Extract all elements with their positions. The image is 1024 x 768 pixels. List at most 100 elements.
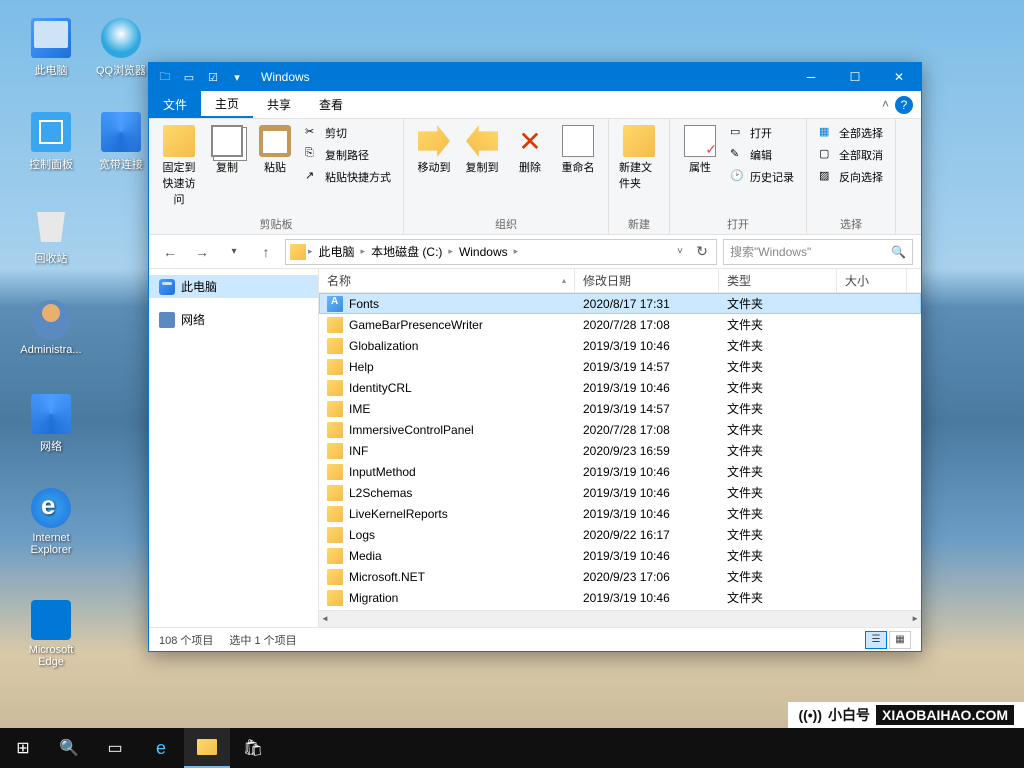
horizontal-scrollbar[interactable] <box>319 610 921 627</box>
maximize-button[interactable]: ☐ <box>833 63 877 91</box>
column-name[interactable]: 名称▴ <box>319 269 575 292</box>
file-row[interactable]: L2Schemas2019/3/19 10:46文件夹 <box>319 482 921 503</box>
breadcrumb-dropdown[interactable]: ˅ <box>670 242 690 262</box>
breadcrumb-segment[interactable]: Windows <box>455 245 512 259</box>
refresh-button[interactable]: ↻ <box>692 242 712 262</box>
file-row[interactable]: Fonts2020/8/17 17:31文件夹 <box>319 293 921 314</box>
folder-icon <box>327 464 343 480</box>
address-bar: ← → ▾ ↑ ▸ 此电脑▸ 本地磁盘 (C:)▸ Windows▸ ˅ ↻ 搜… <box>149 235 921 269</box>
delete-button[interactable]: ✕删除 <box>508 123 552 177</box>
app-icon <box>31 112 71 152</box>
invert-selection-button[interactable]: ▨反向选择 <box>815 167 887 187</box>
select-all-button[interactable]: ▦全部选择 <box>815 123 887 143</box>
search-input[interactable]: 搜索"Windows" 🔍 <box>723 239 913 265</box>
column-size[interactable]: 大小 <box>837 269 907 292</box>
desktop-icon[interactable]: 宽带连接 <box>86 112 156 172</box>
task-view-button[interactable]: ▭ <box>92 728 138 768</box>
file-row[interactable]: INF2020/9/23 16:59文件夹 <box>319 440 921 461</box>
file-list[interactable]: Fonts2020/8/17 17:31文件夹GameBarPresenceWr… <box>319 293 921 610</box>
up-button[interactable]: ↑ <box>253 239 279 265</box>
breadcrumb-segment[interactable]: 本地磁盘 (C:) <box>367 243 446 260</box>
tab-view[interactable]: 查看 <box>305 91 357 118</box>
history-button[interactable]: 🕑历史记录 <box>726 167 798 187</box>
close-button[interactable]: ✕ <box>877 63 921 91</box>
app-icon <box>31 488 71 528</box>
file-row[interactable]: Globalization2019/3/19 10:46文件夹 <box>319 335 921 356</box>
taskbar-explorer[interactable] <box>184 728 230 768</box>
pin-to-quick-access-button[interactable]: 固定到快速访问 <box>157 123 201 209</box>
shortcut-icon: ↗ <box>305 169 321 185</box>
forward-button[interactable]: → <box>189 239 215 265</box>
search-icon: 🔍 <box>891 245 906 259</box>
edit-button[interactable]: ✎编辑 <box>726 145 798 165</box>
tab-file[interactable]: 文件 <box>149 91 201 118</box>
qat-dropdown-icon[interactable]: ▾ <box>227 67 247 87</box>
desktop-icon[interactable]: QQ浏览器 <box>86 18 156 78</box>
column-headers[interactable]: 名称▴ 修改日期 类型 大小 <box>319 269 921 293</box>
paste-button[interactable]: 粘贴 <box>253 123 297 177</box>
desktop-icon[interactable]: 网络 <box>16 394 86 454</box>
desktop-icon[interactable]: Administra... <box>16 300 86 356</box>
breadcrumb[interactable]: ▸ 此电脑▸ 本地磁盘 (C:)▸ Windows▸ ˅ ↻ <box>285 239 717 265</box>
nav-this-pc[interactable]: 此电脑 <box>149 275 318 298</box>
details-view-button[interactable]: ☰ <box>865 631 887 649</box>
file-row[interactable]: Help2019/3/19 14:57文件夹 <box>319 356 921 377</box>
help-button[interactable]: ? <box>895 96 913 114</box>
icons-view-button[interactable]: ▦ <box>889 631 911 649</box>
folder-icon <box>327 569 343 585</box>
selection-count: 选中 1 个项目 <box>229 632 296 648</box>
copy-to-button[interactable]: 复制到 <box>460 123 504 177</box>
taskbar[interactable]: ⊞ 🔍 ▭ e 🛍 <box>0 728 1024 768</box>
tab-home[interactable]: 主页 <box>201 91 253 118</box>
file-row[interactable]: IdentityCRL2019/3/19 10:46文件夹 <box>319 377 921 398</box>
taskbar-store[interactable]: 🛍 <box>230 728 276 768</box>
file-row[interactable]: Media2019/3/19 10:46文件夹 <box>319 545 921 566</box>
rename-icon <box>562 125 594 157</box>
qat-props-icon[interactable]: ▭ <box>179 67 199 87</box>
file-row[interactable]: Migration2019/3/19 10:46文件夹 <box>319 587 921 608</box>
folder-icon <box>327 380 343 396</box>
column-type[interactable]: 类型 <box>719 269 837 292</box>
properties-button[interactable]: 属性 <box>678 123 722 177</box>
select-none-button[interactable]: ▢全部取消 <box>815 145 887 165</box>
open-button[interactable]: ▭打开 <box>726 123 798 143</box>
paste-shortcut-button[interactable]: ↗粘贴快捷方式 <box>301 167 395 187</box>
folder-icon <box>197 739 217 755</box>
rename-button[interactable]: 重命名 <box>556 123 600 177</box>
copy-button[interactable]: 复制 <box>205 123 249 177</box>
navigation-pane[interactable]: 此电脑 网络 <box>149 269 319 627</box>
file-row[interactable]: Microsoft.NET2020/9/23 17:06文件夹 <box>319 566 921 587</box>
start-button[interactable]: ⊞ <box>0 728 46 768</box>
titlebar[interactable]: 🗀 ▭ ☑ ▾ Windows ─ ☐ ✕ <box>149 63 921 91</box>
nav-network[interactable]: 网络 <box>149 308 318 331</box>
copy-path-button[interactable]: ⎘复制路径 <box>301 145 395 165</box>
group-organize-label: 组织 <box>412 214 600 232</box>
desktop-icon[interactable]: 回收站 <box>16 206 86 266</box>
search-button[interactable]: 🔍 <box>46 728 92 768</box>
desktop-icon[interactable]: Internet Explorer <box>16 488 86 556</box>
breadcrumb-segment[interactable]: 此电脑 <box>315 243 359 260</box>
column-modified[interactable]: 修改日期 <box>575 269 719 292</box>
desktop-icon[interactable]: 控制面板 <box>16 112 86 172</box>
file-row[interactable]: LiveKernelReports2019/3/19 10:46文件夹 <box>319 503 921 524</box>
new-folder-icon <box>623 125 655 157</box>
desktop-icon[interactable]: 此电脑 <box>16 18 86 78</box>
new-folder-button[interactable]: 新建文件夹 <box>617 123 661 193</box>
qat-new-icon[interactable]: ☑ <box>203 67 223 87</box>
desktop-icon[interactable]: Microsoft Edge <box>16 600 86 668</box>
file-row[interactable]: InputMethod2019/3/19 10:46文件夹 <box>319 461 921 482</box>
recent-locations-button[interactable]: ▾ <box>221 239 247 265</box>
file-row[interactable]: Logs2020/9/22 16:17文件夹 <box>319 524 921 545</box>
file-row[interactable]: GameBarPresenceWriter2020/7/28 17:08文件夹 <box>319 314 921 335</box>
explorer-window: 🗀 ▭ ☑ ▾ Windows ─ ☐ ✕ 文件 主页 共享 查看 ? ˄ 固定… <box>148 62 922 652</box>
minimize-button[interactable]: ─ <box>789 63 833 91</box>
ribbon-collapse-button[interactable]: ˄ <box>882 97 889 111</box>
taskbar-edge[interactable]: e <box>138 728 184 768</box>
tab-share[interactable]: 共享 <box>253 91 305 118</box>
cut-button[interactable]: ✂剪切 <box>301 123 395 143</box>
move-to-button[interactable]: 移动到 <box>412 123 456 177</box>
file-row[interactable]: IME2019/3/19 14:57文件夹 <box>319 398 921 419</box>
file-row[interactable]: ImmersiveControlPanel2020/7/28 17:08文件夹 <box>319 419 921 440</box>
app-icon <box>101 18 141 58</box>
back-button[interactable]: ← <box>157 239 183 265</box>
